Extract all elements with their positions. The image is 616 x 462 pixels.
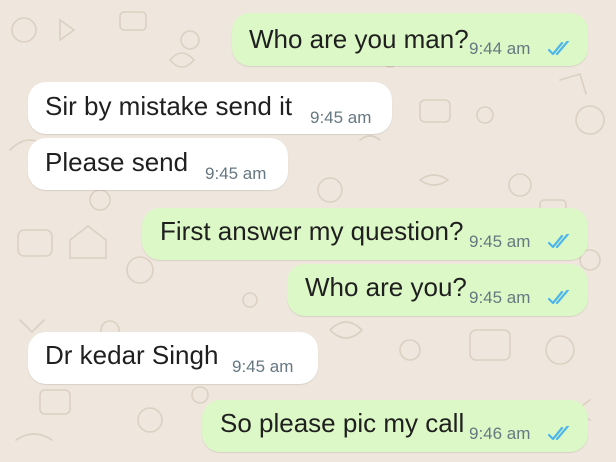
incoming-message[interactable]: Please send 9:45 am [28,138,288,190]
message-time: 9:45 am [232,357,294,376]
message-time: 9:45 am [205,164,267,183]
incoming-message[interactable]: Dr kedar Singh 9:45 am [28,332,318,384]
outgoing-message[interactable]: Who are you man? 9:44 am [232,13,588,66]
double-check-icon [548,290,570,305]
message-text: First answer my question? [160,216,464,246]
outgoing-message[interactable]: So please pic my call 9:46 am [202,400,588,452]
message-time: 9:45 am [310,108,372,127]
double-check-icon [548,426,570,441]
outgoing-message[interactable]: First answer my question? 9:45 am [142,208,588,260]
double-check-icon [548,234,570,249]
message-time: 9:45 am [469,288,531,307]
message-text: So please pic my call [220,408,465,438]
message-text: Sir by mistake send it [45,91,293,121]
message-time: 9:45 am [469,232,531,251]
message-text: Who are you man? [249,24,469,54]
message-text: Please send [45,147,189,177]
message-time: 9:44 am [469,39,531,58]
chat-area[interactable]: Who are you man? 9:44 am Sir by mistake … [0,0,616,462]
outgoing-message[interactable]: Who are you? 9:45 am [287,264,588,316]
message-text: Dr kedar Singh [45,340,219,370]
incoming-message[interactable]: Sir by mistake send it 9:45 am [28,82,392,134]
message-time: 9:46 am [469,424,531,443]
message-text: Who are you? [305,272,467,302]
double-check-icon [548,41,570,56]
